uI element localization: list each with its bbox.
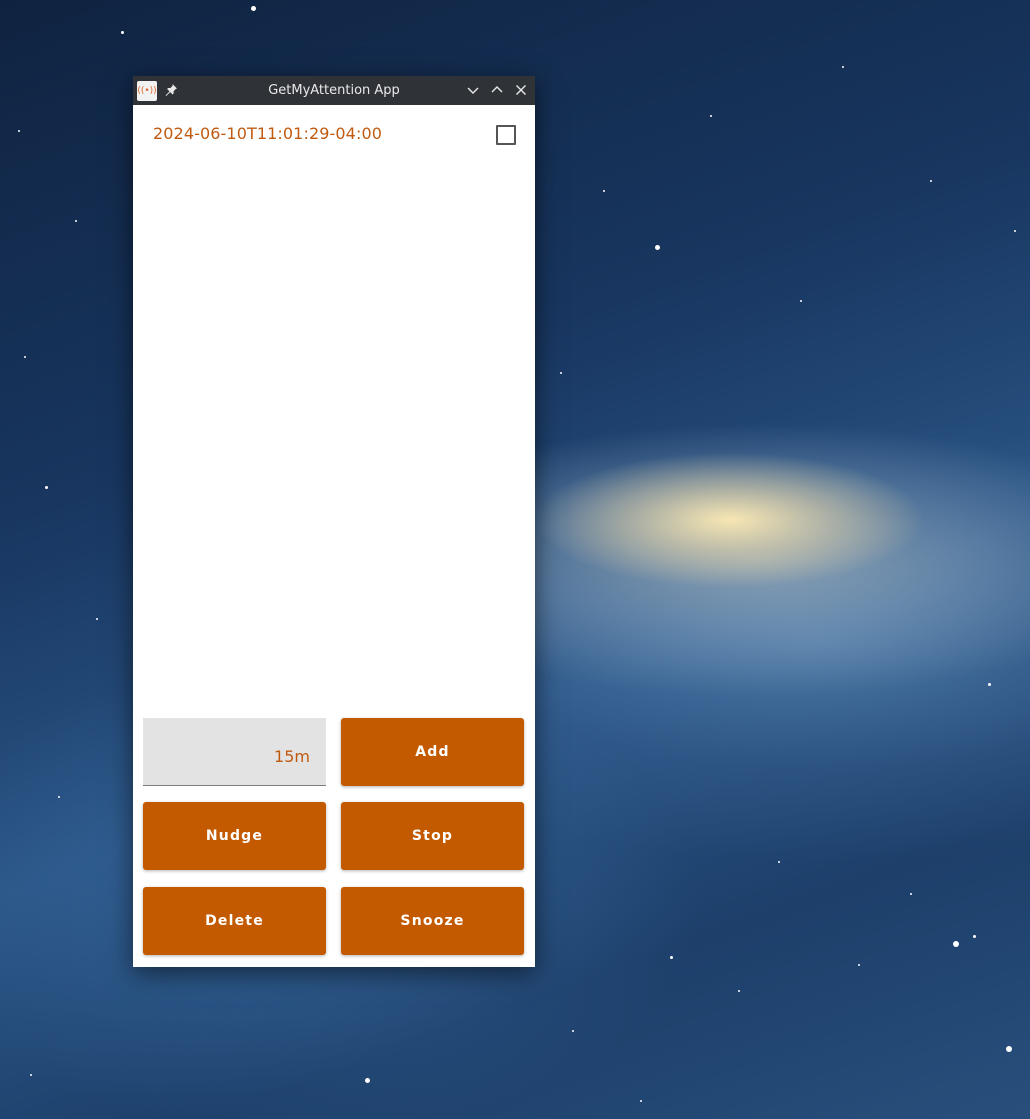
star [365,1078,370,1083]
star [572,1030,574,1032]
star [655,245,660,250]
star [75,220,77,222]
star [1014,230,1016,232]
star [1006,1046,1012,1052]
star [96,618,98,620]
star [800,300,802,302]
snooze-button[interactable]: Snooze [341,887,524,955]
star [603,190,605,192]
star [710,115,712,117]
star [58,796,60,798]
star [251,6,256,11]
star [910,893,912,895]
star [930,180,932,182]
window-content: 2024-06-10T11:01:29-04:00 Add Nudge Stop… [133,105,535,967]
star [45,486,48,489]
star [18,130,20,132]
star [778,861,780,863]
app-window: ((•)) GetMyAttention App 2024-06-10T11:0… [133,76,535,967]
list-item[interactable]: 2024-06-10T11:01:29-04:00 [133,105,535,165]
reminder-checkbox[interactable] [496,125,516,145]
star [738,990,740,992]
star [121,31,124,34]
close-icon[interactable] [513,82,529,98]
reminder-timestamp: 2024-06-10T11:01:29-04:00 [153,124,382,143]
maximize-chevron-up-icon[interactable] [489,82,505,98]
star [640,1100,642,1102]
delete-button[interactable]: Delete [143,887,326,955]
star [670,956,673,959]
nudge-button[interactable]: Nudge [143,802,326,870]
minimize-chevron-down-icon[interactable] [465,82,481,98]
duration-field[interactable] [143,718,326,786]
add-button[interactable]: Add [341,718,524,786]
duration-input[interactable] [143,718,326,785]
pin-icon[interactable] [163,82,179,98]
title-bar[interactable]: ((•)) GetMyAttention App [133,76,535,105]
star [842,66,844,68]
star [858,964,860,966]
star [24,356,26,358]
app-icon[interactable]: ((•)) [137,81,157,101]
star [30,1074,32,1076]
star [973,935,976,938]
star [560,372,562,374]
star [953,941,959,947]
stop-button[interactable]: Stop [341,802,524,870]
star [988,683,991,686]
